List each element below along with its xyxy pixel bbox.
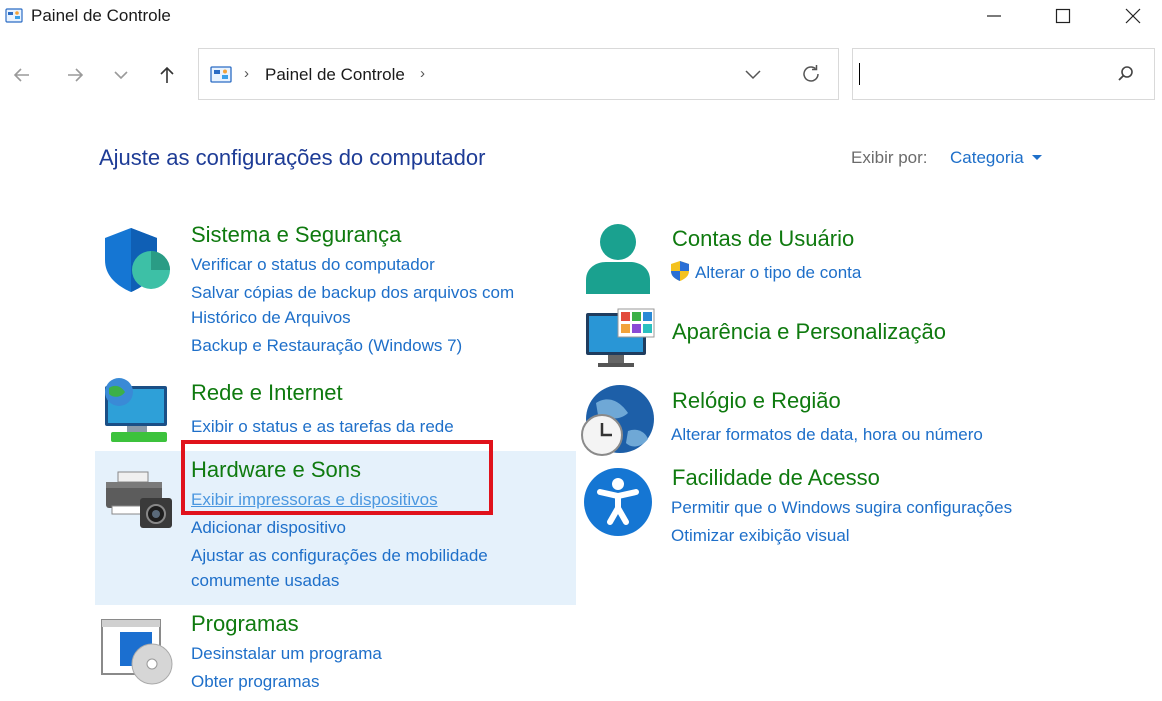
- clock-globe-icon[interactable]: [580, 383, 656, 459]
- link-backup-restore[interactable]: Backup e Restauração (Windows 7): [191, 336, 462, 356]
- view-by-dropdown[interactable]: Categoria: [950, 148, 1024, 168]
- close-button[interactable]: [1110, 0, 1156, 32]
- uac-shield-icon: [671, 261, 689, 281]
- search-icon[interactable]: [1116, 64, 1136, 84]
- forward-button[interactable]: [58, 58, 92, 92]
- accessibility-icon[interactable]: [582, 466, 654, 538]
- chevron-down-icon: [114, 71, 128, 80]
- recent-locations-button[interactable]: [104, 58, 138, 92]
- link-windows-suggest-settings[interactable]: Permitir que o Windows sugira configuraç…: [671, 498, 1012, 518]
- close-icon: [1125, 8, 1141, 24]
- link-network-status[interactable]: Exibir o status e as tarefas da rede: [191, 417, 454, 437]
- page-title: Ajuste as configurações do computador: [99, 145, 486, 170]
- up-button[interactable]: [150, 58, 184, 92]
- link-date-time-formats[interactable]: Alterar formatos de data, hora ou número: [671, 425, 983, 445]
- text-caret: [859, 63, 860, 85]
- link-change-account-type[interactable]: Alterar o tipo de conta: [695, 263, 861, 283]
- category-title-programs[interactable]: Programas: [191, 611, 299, 637]
- network-icon[interactable]: [101, 376, 173, 446]
- maximize-icon: [1055, 8, 1071, 24]
- breadcrumb-separator[interactable]: ›: [420, 65, 425, 82]
- breadcrumb-control-panel[interactable]: Painel de Controle: [265, 65, 405, 85]
- back-button[interactable]: [5, 58, 39, 92]
- appearance-icon[interactable]: [584, 307, 658, 371]
- view-by-label: Exibir por:: [851, 148, 928, 167]
- address-dropdown-icon[interactable]: [744, 65, 762, 83]
- control-panel-icon: [5, 8, 23, 23]
- breadcrumb-separator: ›: [244, 65, 249, 82]
- link-optimize-visual-display[interactable]: Otimizar exibição visual: [671, 526, 850, 546]
- address-bar[interactable]: › Painel de Controle ›: [198, 48, 839, 100]
- shield-icon[interactable]: [101, 226, 173, 294]
- search-input[interactable]: [852, 48, 1155, 100]
- link-add-device[interactable]: Adicionar dispositivo: [191, 518, 346, 538]
- user-accounts-icon[interactable]: [584, 222, 656, 296]
- minimize-icon: [987, 15, 1001, 17]
- link-file-history-backup-line2[interactable]: Histórico de Arquivos: [191, 308, 351, 328]
- title-bar: Painel de Controle: [0, 0, 1162, 36]
- link-file-history-backup[interactable]: Salvar cópias de backup dos arquivos com: [191, 283, 514, 303]
- category-title-user-accounts[interactable]: Contas de Usuário: [672, 226, 854, 252]
- dropdown-arrow-icon[interactable]: [1032, 155, 1042, 160]
- link-mobility-settings[interactable]: Ajustar as configurações de mobilidade: [191, 546, 488, 566]
- programs-icon[interactable]: [100, 618, 176, 686]
- link-get-programs[interactable]: Obter programas: [191, 672, 320, 692]
- refresh-icon[interactable]: [799, 62, 823, 86]
- link-check-computer-status[interactable]: Verificar o status do computador: [191, 255, 435, 275]
- window-title: Painel de Controle: [31, 6, 171, 25]
- printer-icon[interactable]: [104, 470, 174, 532]
- category-title-ease-of-access[interactable]: Facilidade de Acesso: [672, 465, 880, 491]
- maximize-button[interactable]: [1040, 0, 1086, 32]
- control-panel-icon: [210, 66, 232, 83]
- annotation-highlight-box: [181, 440, 493, 515]
- link-mobility-settings-line2[interactable]: comumente usadas: [191, 571, 339, 591]
- minimize-button[interactable]: [971, 0, 1017, 32]
- category-title-network-internet[interactable]: Rede e Internet: [191, 380, 343, 406]
- arrow-up-icon: [160, 66, 174, 83]
- arrow-left-icon: [13, 68, 29, 82]
- category-title-system-security[interactable]: Sistema e Segurança: [191, 222, 401, 248]
- category-title-clock-region[interactable]: Relógio e Região: [672, 388, 841, 414]
- link-uninstall-program[interactable]: Desinstalar um programa: [191, 644, 382, 664]
- category-title-appearance[interactable]: Aparência e Personalização: [672, 319, 946, 345]
- arrow-right-icon: [68, 68, 84, 82]
